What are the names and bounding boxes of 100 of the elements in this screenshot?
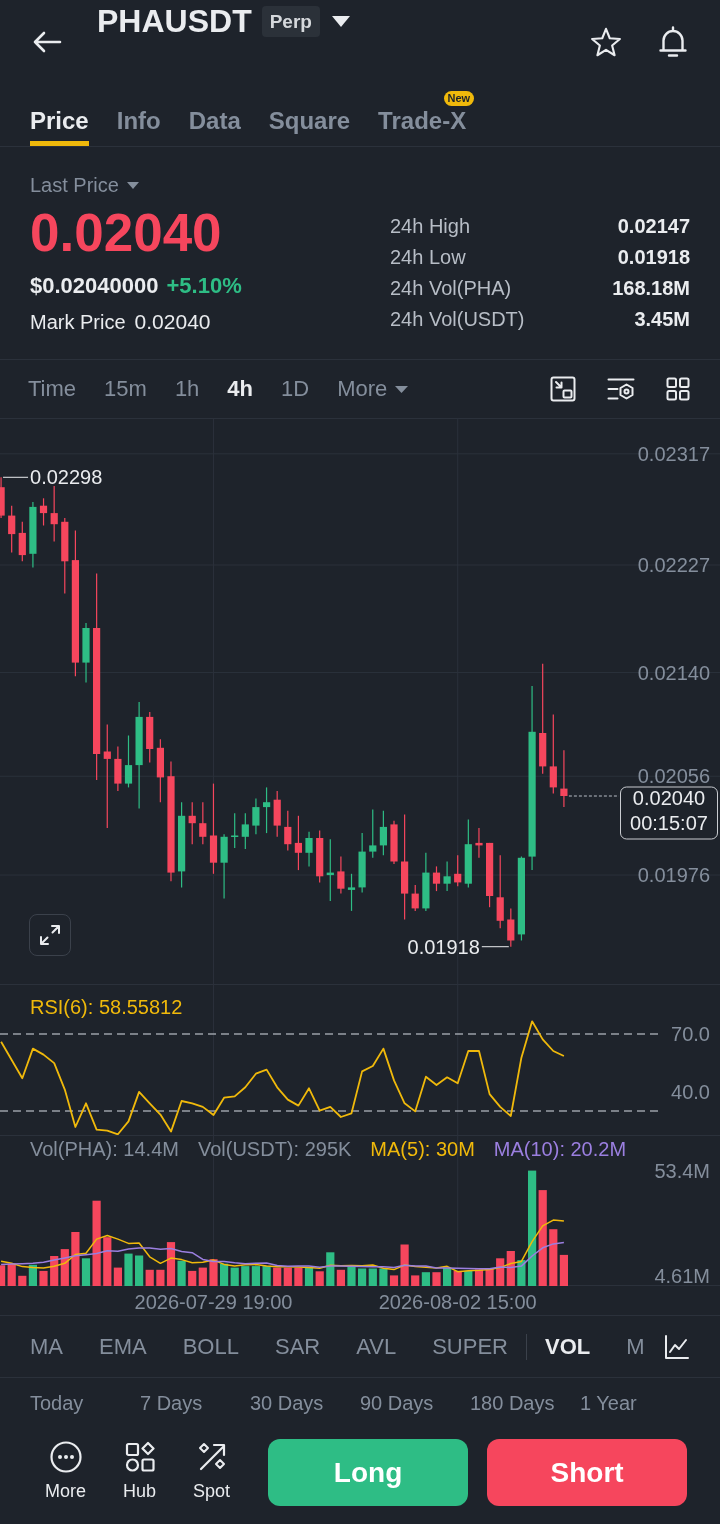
long-button[interactable]: Long bbox=[268, 1439, 469, 1506]
period-tab[interactable]: 1 Year bbox=[580, 1391, 637, 1415]
candlestick bbox=[443, 860, 451, 892]
indicator-tab[interactable]: SUPER bbox=[432, 1332, 508, 1361]
candlestick bbox=[422, 852, 430, 912]
star-icon[interactable] bbox=[589, 27, 623, 59]
mark-price: 0.02040 bbox=[134, 309, 211, 335]
candlestick bbox=[369, 809, 377, 859]
price-axis-label: 0.01976 bbox=[637, 864, 710, 887]
last-price: 0.02040 bbox=[30, 203, 222, 263]
short-button[interactable]: Short bbox=[487, 1439, 688, 1506]
period-tab[interactable]: 180 Days bbox=[470, 1391, 555, 1415]
tab[interactable]: Data bbox=[188, 84, 241, 146]
candlestick bbox=[337, 855, 345, 895]
expand-icon bbox=[38, 923, 62, 947]
list-settings-icon[interactable] bbox=[607, 376, 635, 402]
candlestick bbox=[284, 810, 292, 851]
period-tab[interactable]: 90 Days bbox=[360, 1391, 434, 1415]
more-menu[interactable]: More bbox=[337, 375, 409, 403]
date-label: 2026-07-29 19:00 bbox=[134, 1291, 293, 1313]
indicator-tab[interactable]: MA bbox=[30, 1332, 63, 1361]
candlestick bbox=[220, 833, 228, 900]
nav-button[interactable]: Spot bbox=[193, 1441, 231, 1502]
mark-price-label: Mark Price bbox=[30, 310, 126, 335]
interval-tab[interactable]: 1h bbox=[174, 375, 200, 403]
volume-legend: Vol(USDT): 295K bbox=[197, 1138, 352, 1161]
caret-icon bbox=[126, 181, 139, 189]
candlestick bbox=[18, 521, 26, 562]
candlestick bbox=[294, 815, 302, 871]
price-type-dropdown[interactable]: Last Price bbox=[30, 173, 139, 197]
period-tab[interactable]: 30 Days bbox=[250, 1391, 324, 1415]
caret-icon bbox=[395, 385, 409, 393]
period-tab[interactable]: 7 Days bbox=[140, 1391, 203, 1415]
stat-label: 24h High bbox=[390, 214, 471, 239]
high-price-label: 0.02298 bbox=[30, 466, 103, 489]
date-label: 2026-08-02 15:00 bbox=[378, 1291, 537, 1313]
low-price-label: 0.01918 bbox=[407, 935, 480, 958]
current-price-label: 0.02040 bbox=[632, 787, 706, 809]
back-icon[interactable] bbox=[32, 30, 62, 54]
symbol-title: PHAUSDT bbox=[97, 5, 252, 37]
candlestick bbox=[273, 790, 281, 838]
candlestick bbox=[454, 854, 462, 887]
candlestick bbox=[29, 501, 37, 569]
candlestick bbox=[347, 873, 356, 912]
more-icon bbox=[49, 1441, 82, 1473]
candlestick bbox=[146, 711, 154, 764]
indicator-tab[interactable]: AVL bbox=[356, 1332, 397, 1361]
candlestick bbox=[199, 801, 207, 845]
price-axis-label: 0.02140 bbox=[637, 661, 710, 684]
candlestick bbox=[358, 832, 366, 893]
line-chart-icon[interactable] bbox=[664, 1333, 690, 1360]
rsi-legend: RSI(6): 58.55812 bbox=[30, 997, 183, 1017]
shapes-icon bbox=[124, 1441, 155, 1473]
candlestick bbox=[8, 505, 16, 554]
volume-axis-label: 53.4M bbox=[654, 1159, 710, 1182]
price-axis-label: 0.02317 bbox=[637, 442, 710, 465]
volume-axis-label: 4.61M bbox=[654, 1265, 710, 1287]
indicator-tab[interactable]: EMA bbox=[99, 1332, 147, 1361]
candlestick bbox=[486, 842, 494, 908]
bell-icon[interactable] bbox=[657, 25, 689, 59]
volume-legend: MA(10): 20.2M bbox=[493, 1138, 627, 1161]
candlestick bbox=[0, 476, 5, 519]
indicator-tab[interactable]: M bbox=[626, 1332, 645, 1361]
stat-value: 0.02147 bbox=[617, 214, 690, 239]
rsi-axis-label: 40.0 bbox=[671, 1080, 710, 1103]
period-tab[interactable]: Today bbox=[30, 1391, 84, 1415]
candlestick bbox=[411, 884, 419, 912]
expand-button[interactable] bbox=[29, 914, 71, 956]
candlestick bbox=[305, 831, 313, 867]
candlestick bbox=[475, 827, 483, 859]
interval-tab[interactable]: 4h bbox=[227, 375, 254, 403]
price-change: +5.10% bbox=[166, 272, 242, 300]
candlestick bbox=[390, 820, 398, 865]
leader-line bbox=[2, 476, 29, 478]
nav-button[interactable]: More bbox=[45, 1441, 86, 1502]
stat-label: 24h Low bbox=[390, 245, 466, 270]
candlestick bbox=[50, 485, 58, 543]
interval-tab[interactable]: 15m bbox=[104, 375, 147, 403]
interval-tab[interactable]: Time bbox=[28, 375, 77, 403]
tab[interactable]: Square bbox=[268, 84, 351, 146]
caret-icon[interactable] bbox=[331, 15, 350, 27]
candlestick bbox=[560, 749, 568, 808]
interval-tab[interactable]: 1D bbox=[281, 375, 310, 403]
candlestick bbox=[432, 865, 441, 892]
candlestick bbox=[379, 810, 387, 856]
stat-value: 168.18M bbox=[612, 276, 690, 301]
volume-legend: MA(5): 30M bbox=[370, 1138, 475, 1161]
grid-icon[interactable] bbox=[666, 377, 690, 401]
nav-button[interactable]: Hub bbox=[123, 1441, 157, 1502]
price-line bbox=[568, 795, 620, 797]
price-axis-label: 0.02056 bbox=[637, 765, 710, 788]
indicator-tab[interactable]: SAR bbox=[274, 1332, 321, 1361]
candlestick bbox=[252, 797, 260, 835]
indicator-tab[interactable]: BOLL bbox=[182, 1332, 239, 1361]
tab[interactable]: Info bbox=[116, 84, 161, 146]
candlestick bbox=[188, 801, 196, 845]
stat-label: 24h Vol(PHA) bbox=[390, 276, 512, 301]
indicator-tab[interactable]: VOL bbox=[544, 1332, 591, 1361]
countdown-label: 00:15:07 bbox=[630, 812, 708, 834]
usd-price: $0.02040000 bbox=[30, 272, 159, 300]
